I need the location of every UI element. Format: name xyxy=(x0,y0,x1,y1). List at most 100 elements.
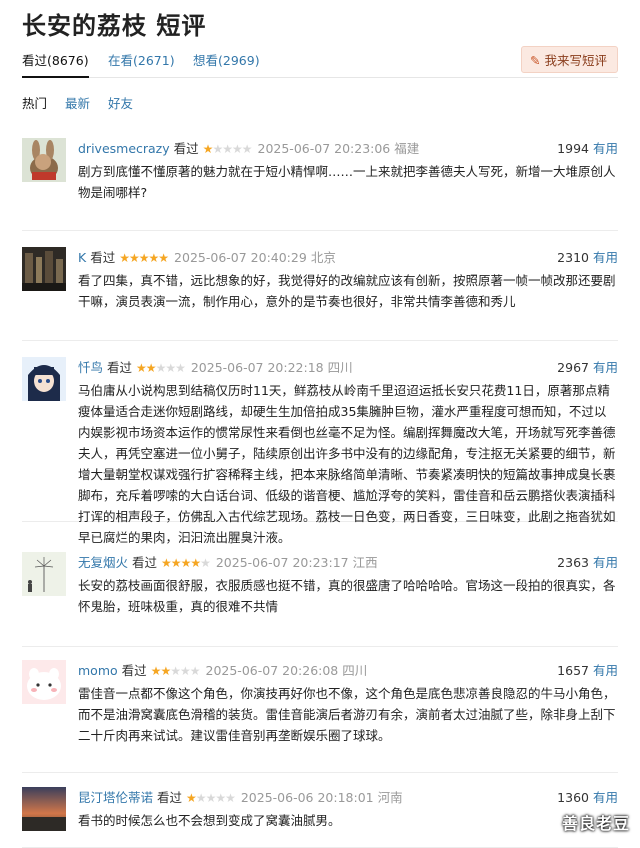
star-filled-icon: ★ xyxy=(161,556,172,570)
star-filled-icon: ★ xyxy=(145,361,157,375)
star-filled-icon: ★ xyxy=(202,142,214,156)
review-header: drivesmecrazy 看过 ★★★★★ 2025-06-07 20:23:06 福… xyxy=(78,138,419,157)
review-text: 看书的时候怎么也不会想到变成了窝囊油腻男。 xyxy=(78,813,341,828)
tab-want-to-watch[interactable]: 想看(2969) xyxy=(193,50,260,69)
review-location: 河南 xyxy=(377,790,403,805)
rating-stars: ★★★★★ xyxy=(186,791,236,805)
star-empty-icon: ★ xyxy=(225,791,236,805)
star-empty-icon: ★ xyxy=(241,142,253,156)
useful-button[interactable]: 有用 xyxy=(593,555,618,570)
watched-label: 看过 xyxy=(107,360,133,375)
sort-friends[interactable]: 好友 xyxy=(108,96,133,111)
review-time: 2025-06-07 20:23:17 xyxy=(215,555,349,570)
useful-button[interactable]: 有用 xyxy=(593,250,618,265)
review-item: momo 看过 ★★★★★ 2025-06-07 20:26:08 四川 1657 有用 雷佳… xyxy=(22,660,618,773)
pencil-icon: ✎ xyxy=(530,53,541,68)
vote-count: 2363 xyxy=(557,555,589,570)
review-text: 看了四集，真不错，远比想象的好，我觉得好的改编就应该有创新，按照原著一帧一帧改那… xyxy=(78,273,616,309)
vote-count: 1994 xyxy=(557,141,589,156)
review-location: 北京 xyxy=(310,250,336,265)
review-text: 剧方到底懂不懂原著的魅力就在于短小精悍啊……一上来就把李善德夫人写死，新增一大堆… xyxy=(78,164,616,200)
review-text: 马伯庸从小说构思到结稿仅历时11天，鲜荔枝从岭南千里迢迢运抵长安只花费11日，原… xyxy=(78,383,616,545)
review-item: 昆汀塔伦蒂诺 看过 ★★★★★ 2025-06-06 20:18:01 河南 1360 有用… xyxy=(22,787,618,848)
vote-count: 2967 xyxy=(557,360,589,375)
star-empty-icon: ★ xyxy=(200,556,211,570)
star-filled-icon: ★ xyxy=(136,361,147,375)
rating-stars: ★★★★★ xyxy=(136,361,186,375)
avatar[interactable] xyxy=(22,660,66,704)
review-time: 2025-06-07 20:23:06 xyxy=(257,141,391,156)
vote-area: 1994 有用 xyxy=(557,138,618,157)
review-item: drivesmecrazy 看过 ★★★★★ 2025-06-07 20:23:06 福… xyxy=(22,138,618,231)
write-review-button[interactable]: ✎ 我来写短评 xyxy=(521,46,618,73)
avatar[interactable] xyxy=(22,357,66,401)
vote-count: 2310 xyxy=(557,250,589,265)
username-link[interactable]: 无复烟火 xyxy=(78,555,128,570)
star-filled-icon: ★ xyxy=(150,664,162,678)
review-location: 福建 xyxy=(394,141,420,156)
star-empty-icon: ★ xyxy=(165,361,176,375)
review-time: 2025-06-07 20:26:08 xyxy=(205,663,339,678)
sort-hot[interactable]: 热门 xyxy=(22,96,47,111)
rating-stars: ★★★★★ xyxy=(150,664,201,678)
review-time: 2025-06-07 20:40:29 xyxy=(174,250,307,265)
page: 长安的荔枝 短评 看过(8676) 在看(2671) 想看(2969) ✎ 我来写… xyxy=(0,0,640,848)
star-empty-icon: ★ xyxy=(179,664,191,678)
star-empty-icon: ★ xyxy=(195,791,207,805)
username-link[interactable]: momo xyxy=(78,663,118,678)
review-item: K 看过 ★★★★★ 2025-06-07 20:40:29 北京 2310 有用 看了四集，… xyxy=(22,247,618,341)
star-empty-icon: ★ xyxy=(231,142,243,156)
watermark: 善良老豆 xyxy=(561,814,630,833)
star-filled-icon: ★ xyxy=(148,251,160,265)
review-item: 无复烟火 看过 ★★★★★ 2025-06-07 20:23:17 江西 2363 有用长安… xyxy=(22,552,618,647)
star-filled-icon: ★ xyxy=(138,251,150,265)
star-filled-icon: ★ xyxy=(170,556,182,570)
tab-watching[interactable]: 在看(2671) xyxy=(108,50,175,69)
avatar[interactable] xyxy=(22,247,66,291)
avatar[interactable] xyxy=(22,552,66,596)
review-header: momo 看过 ★★★★★ 2025-06-07 20:26:08 四川 xyxy=(78,660,367,679)
review-header: K 看过 ★★★★★ 2025-06-07 20:40:29 北京 xyxy=(78,247,336,266)
review-header: 无复烟火 看过 ★★★★★ 2025-06-07 20:23:17 江西 xyxy=(78,552,378,571)
star-empty-icon: ★ xyxy=(189,664,201,678)
review-item: 忏鸟 看过 ★★★★★ 2025-06-07 20:22:18 四川 2967 有用马伯庸从… xyxy=(22,357,618,545)
review-header: 忏鸟 看过 ★★★★★ 2025-06-07 20:22:18 四川 xyxy=(78,357,353,376)
review-header: 昆汀塔伦蒂诺 看过 ★★★★★ 2025-06-06 20:18:01 河南 xyxy=(78,787,403,806)
username-link[interactable]: 昆汀塔伦蒂诺 xyxy=(78,790,153,805)
review-text: 长安的荔枝画面很舒服，衣服质感也挺不错，真的很盛唐了哈哈哈哈。官场这一段拍的很真… xyxy=(78,578,616,614)
vote-count: 1657 xyxy=(557,663,589,678)
username-link[interactable]: drivesmecrazy xyxy=(78,141,170,156)
star-empty-icon: ★ xyxy=(155,361,167,375)
page-title: 长安的荔枝 短评 xyxy=(22,12,207,40)
star-filled-icon: ★ xyxy=(158,251,169,265)
useful-button[interactable]: 有用 xyxy=(593,141,618,156)
vote-area: 1657 有用 xyxy=(557,660,618,679)
tab-watched[interactable]: 看过(8676) xyxy=(22,50,89,78)
avatar[interactable] xyxy=(22,787,66,831)
vote-count: 1360 xyxy=(557,790,589,805)
review-location: 四川 xyxy=(327,360,353,375)
username-link[interactable]: K xyxy=(78,250,86,265)
vote-area: 2310 有用 xyxy=(557,247,618,266)
review-time: 2025-06-06 20:18:01 xyxy=(240,790,374,805)
vote-area: 2967 有用 xyxy=(557,357,618,376)
useful-button[interactable]: 有用 xyxy=(593,790,618,805)
star-filled-icon: ★ xyxy=(160,664,171,678)
tab-bar: 看过(8676) 在看(2671) 想看(2969) ✎ 我来写短评 xyxy=(22,46,618,78)
useful-button[interactable]: 有用 xyxy=(593,663,618,678)
star-empty-icon: ★ xyxy=(175,361,186,375)
useful-button[interactable]: 有用 xyxy=(593,360,618,375)
watched-label: 看过 xyxy=(90,250,116,265)
vote-area: 1360 有用 xyxy=(557,787,618,806)
review-text: 雷佳音一点都不像这个角色，你演技再好你也不像，这个角色是底色悲凉善良隐忍的牛马小… xyxy=(78,686,616,743)
avatar[interactable] xyxy=(22,138,66,182)
watched-label: 看过 xyxy=(173,141,199,156)
review-location: 江西 xyxy=(352,555,378,570)
star-empty-icon: ★ xyxy=(222,142,233,156)
sort-latest[interactable]: 最新 xyxy=(65,96,90,111)
watched-label: 看过 xyxy=(132,555,158,570)
rating-stars: ★★★★★ xyxy=(161,556,211,570)
sort-options: 热门 最新 好友 xyxy=(22,93,147,112)
username-link[interactable]: 忏鸟 xyxy=(78,360,103,375)
star-filled-icon: ★ xyxy=(119,251,130,265)
